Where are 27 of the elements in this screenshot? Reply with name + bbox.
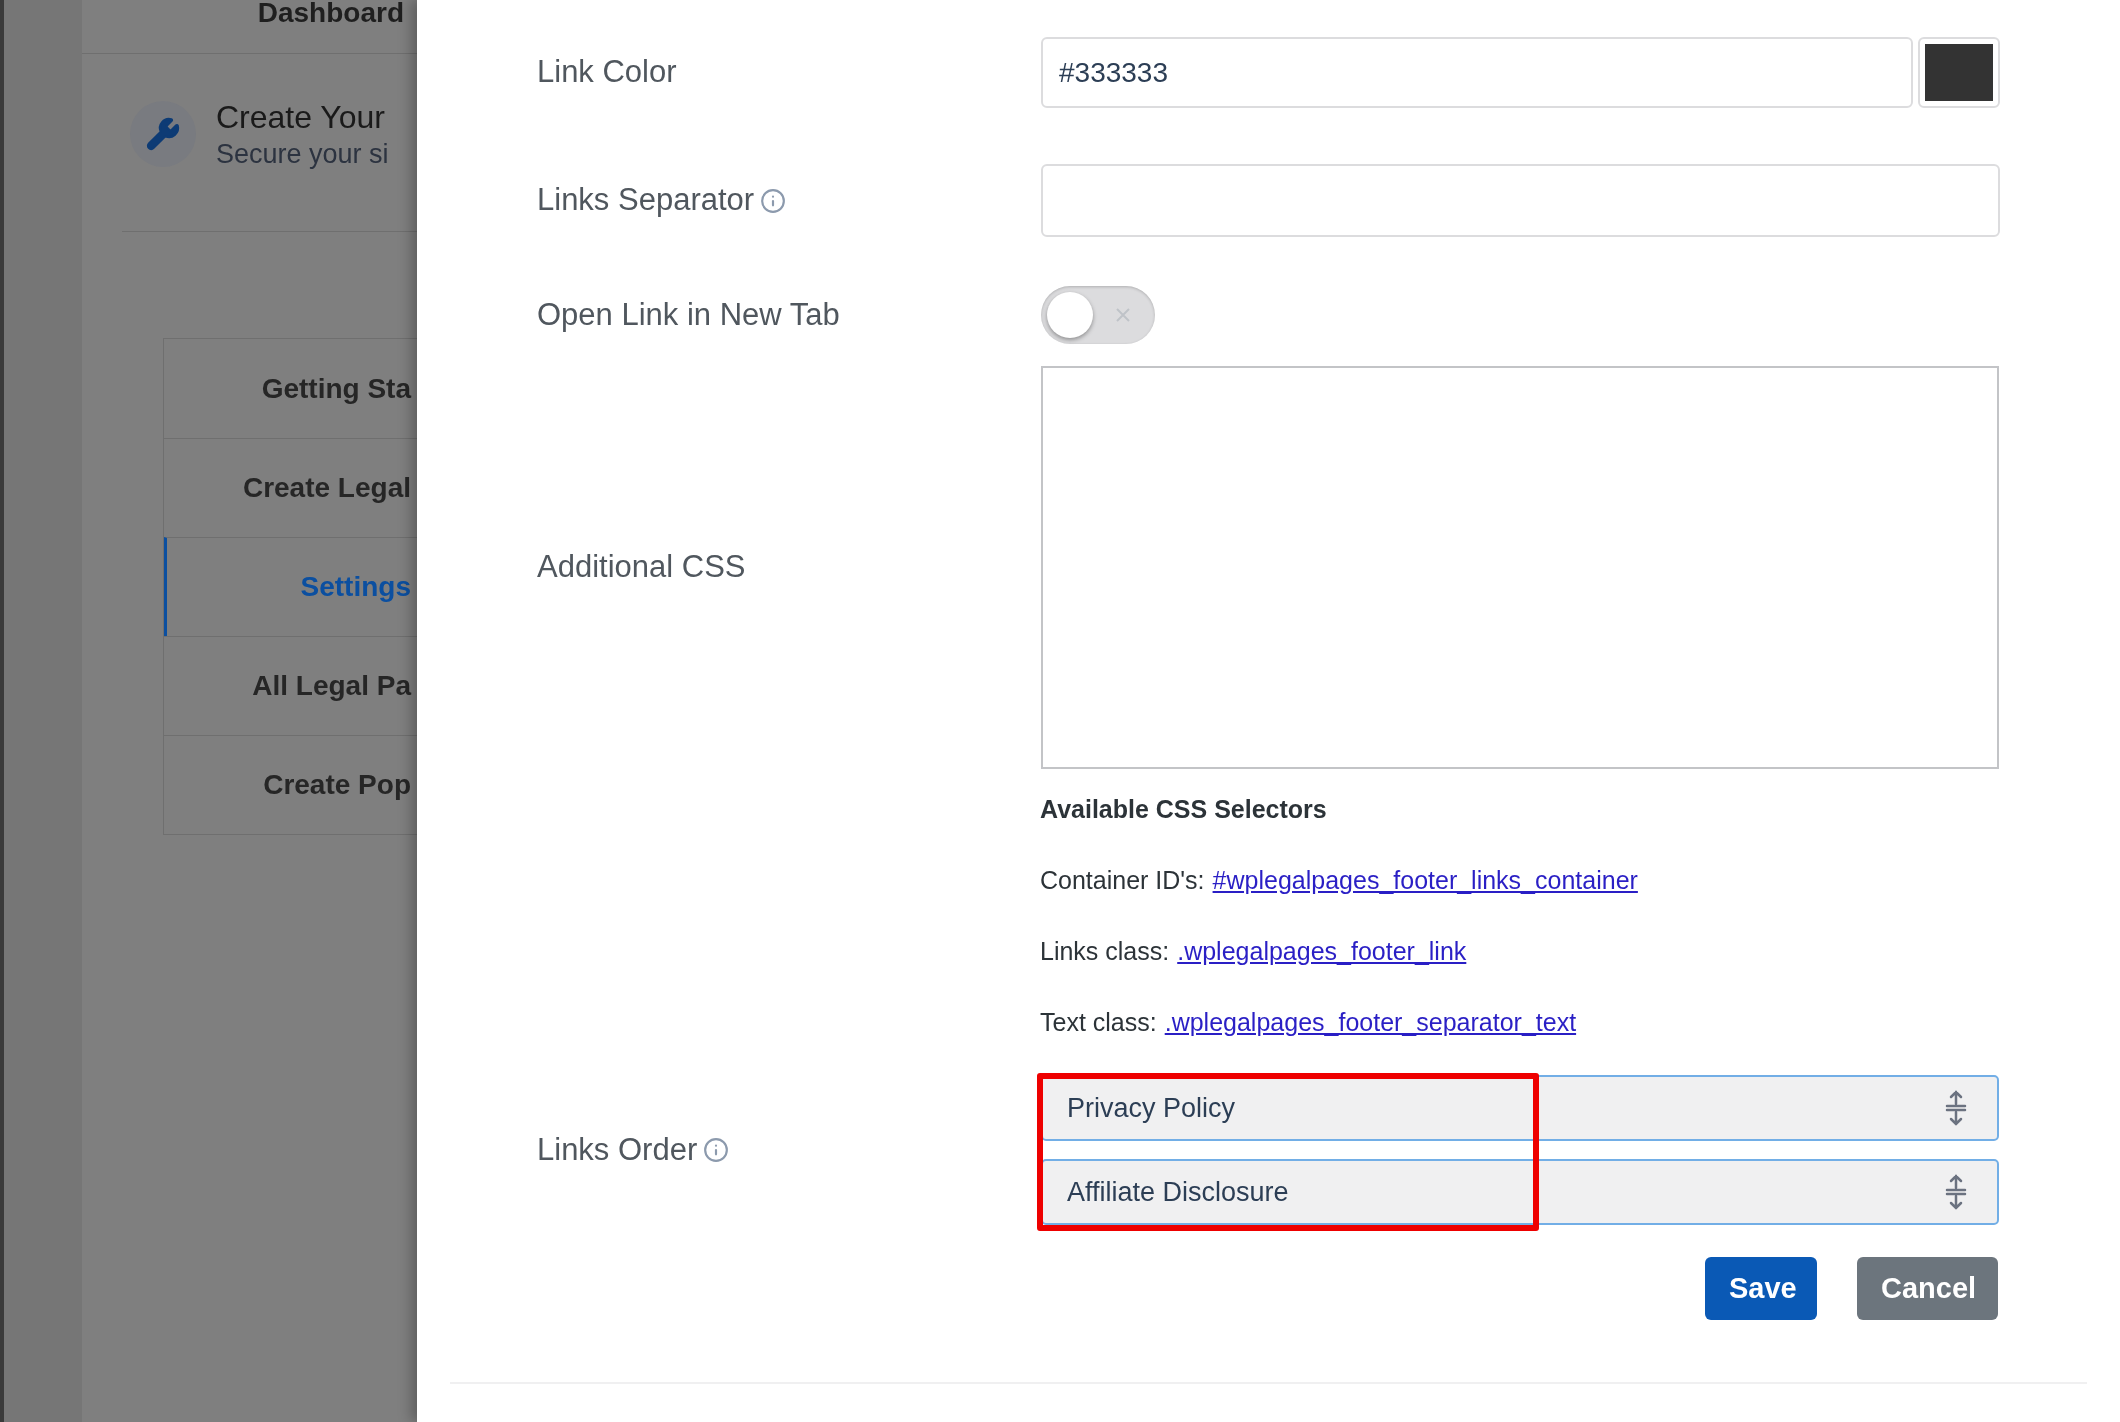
selector-link[interactable]: #wplegalpages_footer_links_container	[1212, 860, 1638, 900]
nav-item[interactable]: Getting Sta	[164, 339, 417, 438]
field-label: Open Link in New Tab	[537, 295, 840, 334]
selector-label: Container ID's:	[1040, 865, 1205, 896]
sortable-item[interactable]: Privacy Policy	[1041, 1075, 1999, 1141]
sortable-item[interactable]: Affiliate Disclosure	[1041, 1159, 1999, 1225]
dashboard-title: Dashboard	[257, 0, 404, 26]
save-button[interactable]: Save	[1705, 1257, 1817, 1320]
selector-label: Text class:	[1040, 1007, 1157, 1038]
field-label: Links Order	[537, 1130, 698, 1169]
selector-link[interactable]: .wplegalpages_footer_separator_text	[1164, 1002, 1577, 1042]
card-title: Create Your	[216, 97, 386, 137]
drag-handle-icon[interactable]	[1945, 1174, 1967, 1210]
selector-label: Links class:	[1040, 936, 1170, 967]
color-swatch[interactable]	[1918, 37, 2000, 108]
field-label: Additional CSS	[537, 548, 746, 587]
field-label: Links Separator	[537, 181, 755, 220]
toggle-switch[interactable]	[1041, 286, 1155, 344]
selector-link[interactable]: .wplegalpages_footer_link	[1177, 931, 1467, 971]
field-label: Link Color	[537, 53, 677, 92]
cancel-button[interactable]: Cancel	[1857, 1257, 1998, 1320]
close-icon	[1115, 307, 1131, 323]
color-input[interactable]: #333333	[1041, 37, 1913, 108]
card-subtitle: Secure your si	[216, 137, 389, 171]
separator-input[interactable]	[1041, 164, 2000, 237]
selectors-heading: Available CSS Selectors	[1040, 794, 1328, 825]
drag-handle-icon[interactable]	[1945, 1090, 1967, 1126]
